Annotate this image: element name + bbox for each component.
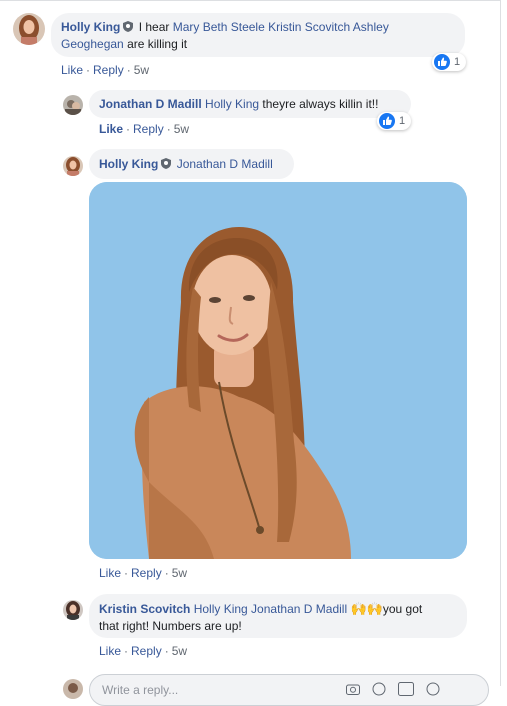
like-button[interactable]: Like xyxy=(99,122,123,136)
comment-author[interactable]: Holly King xyxy=(99,157,158,171)
comment-actions: Like · Reply · 5w xyxy=(99,644,188,658)
avatar-kristin-scovitch[interactable] xyxy=(63,600,83,620)
girl-gif-image xyxy=(89,182,467,559)
comment-author[interactable]: Holly King xyxy=(61,20,120,34)
tagged-user[interactable]: Jonathan D Madill xyxy=(177,157,273,171)
comment-bubble: Kristin Scovitch Holly King Jonathan D M… xyxy=(89,594,467,638)
tagged-user[interactable]: Geoghegan xyxy=(61,37,124,51)
reaction-count[interactable]: 1 xyxy=(377,112,412,130)
reaction-number: 1 xyxy=(399,115,406,127)
reply-placeholder: Write a reply... xyxy=(102,683,179,697)
comment-actions: Like · Reply · 5w xyxy=(99,566,188,580)
comment-text: you got xyxy=(382,602,423,616)
comment-author[interactable]: Kristin Scovitch xyxy=(99,602,190,616)
reply-input[interactable]: Write a reply... xyxy=(89,674,489,706)
top-divider xyxy=(0,0,500,1)
like-button[interactable]: Like xyxy=(61,63,83,77)
comment-bubble: Holly King Jonathan D Madill xyxy=(89,149,294,179)
shield-icon xyxy=(123,20,134,36)
praise-hands-emoji: 🙌🙌 xyxy=(350,602,383,617)
sticker-icon[interactable] xyxy=(426,682,440,699)
camera-icon[interactable] xyxy=(346,683,360,698)
shield-icon xyxy=(161,157,172,173)
comment-author[interactable]: Jonathan D Madill xyxy=(99,97,202,111)
thumbs-up-icon xyxy=(434,54,450,70)
my-avatar xyxy=(63,679,83,699)
reply-button[interactable]: Reply xyxy=(131,644,162,658)
comment-actions: Like · Reply · 5w xyxy=(99,122,190,136)
gif-attachment[interactable] xyxy=(89,182,467,559)
reply-button[interactable]: Reply xyxy=(93,63,124,77)
like-button[interactable]: Like xyxy=(99,644,121,658)
comment-bubble: Jonathan D Madill Holly King theyre alwa… xyxy=(89,90,411,118)
gif-icon[interactable] xyxy=(398,682,414,699)
comment-text: I hear xyxy=(138,20,170,34)
comment-text: are killing it xyxy=(127,37,188,51)
avatar-jonathan-madill[interactable] xyxy=(63,95,83,115)
thumbs-up-icon xyxy=(379,113,395,129)
emoji-icon[interactable] xyxy=(372,682,386,699)
reply-button[interactable]: Reply xyxy=(133,122,164,136)
reaction-number: 1 xyxy=(454,56,461,68)
tagged-users[interactable]: Mary Beth Steele Kristin Scovitch Ashley xyxy=(173,20,389,34)
tagged-users[interactable]: Holly King Jonathan D Madill xyxy=(194,602,347,616)
timestamp[interactable]: 5w xyxy=(172,644,187,658)
comment-text: that right! Numbers are up! xyxy=(99,619,242,633)
comment-text: theyre always killin it!! xyxy=(262,97,379,111)
avatar-holly-king[interactable] xyxy=(13,13,45,45)
like-button[interactable]: Like xyxy=(99,566,121,580)
right-divider xyxy=(500,0,501,686)
comment-bubble: Holly King I hear Mary Beth Steele Krist… xyxy=(51,13,465,57)
reaction-count[interactable]: 1 xyxy=(432,53,467,71)
comment-actions: Like · Reply · 5w xyxy=(61,63,150,77)
timestamp[interactable]: 5w xyxy=(134,63,149,77)
reply-button[interactable]: Reply xyxy=(131,566,162,580)
tagged-user[interactable]: Holly King xyxy=(205,97,259,111)
avatar-holly-king[interactable] xyxy=(63,156,83,176)
timestamp[interactable]: 5w xyxy=(174,122,189,136)
timestamp[interactable]: 5w xyxy=(172,566,187,580)
